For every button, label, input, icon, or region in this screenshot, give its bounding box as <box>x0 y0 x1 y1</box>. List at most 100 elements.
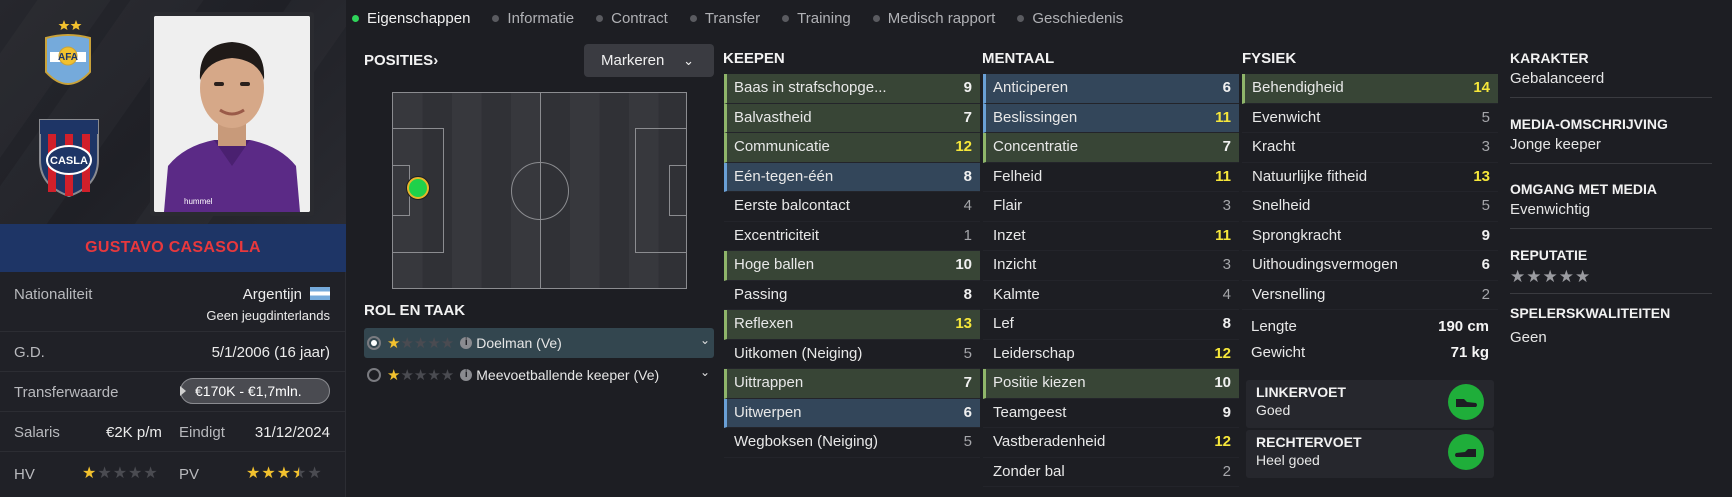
media-handling-value: Evenwichtig <box>1510 201 1591 218</box>
profile-header: AFA CASLA hummel <box>0 0 346 224</box>
attribute-row[interactable]: Teamgeest 9 <box>983 399 1239 428</box>
attribute-row[interactable]: Anticiperen 6 <box>983 74 1239 104</box>
attribute-name: Inzicht <box>993 256 1037 273</box>
reputation-section: REPUTATIE ★★★★★ <box>1510 247 1712 294</box>
nationality-value[interactable]: Argentijn <box>243 286 330 303</box>
tab-label: Informatie <box>507 9 575 27</box>
tab-medisch-rapport[interactable]: Medisch rapport <box>872 10 995 27</box>
attribute-name: Positie kiezen <box>993 374 1086 391</box>
goalkeeper-position-marker[interactable] <box>407 177 429 199</box>
info-icon[interactable]: i <box>460 337 473 349</box>
info-icon[interactable]: i <box>460 369 473 381</box>
attribute-name: Passing <box>734 285 788 303</box>
attribute-name: Hoge ballen <box>734 256 815 273</box>
attribute-row[interactable]: Hoge ballen 10 <box>724 251 980 281</box>
role-row-meevoetballende-keeper[interactable]: ★ ★★★★ i Meevoetballende keeper (Ve) ⌄ <box>364 360 714 390</box>
dot-icon <box>782 14 790 22</box>
attribute-row[interactable]: Flair 3 <box>983 192 1239 222</box>
attribute-value: 12 <box>955 138 972 155</box>
attribute-row[interactable]: Kalmte 4 <box>983 281 1239 310</box>
attribute-row[interactable]: Lef 8 <box>983 310 1239 340</box>
attribute-row[interactable]: Uitkomen (Neiging) 5 <box>724 340 980 369</box>
mentaal-title: MENTAAL <box>982 50 1055 67</box>
argentina-crest-icon[interactable]: AFA <box>38 16 98 98</box>
active-dot-icon <box>352 14 359 22</box>
weight-label: Gewicht <box>1251 344 1306 361</box>
goal-box-right <box>669 165 687 216</box>
star-icon: ★ <box>82 465 97 482</box>
reputation-stars[interactable]: ★★★★★ <box>1510 267 1712 287</box>
attribute-value: 7 <box>963 374 972 391</box>
keepen-attributes: Baas in strafschopge... 9 Balvastheid 7 Comm… <box>724 74 980 458</box>
right-foot-label: RECHTERVOET <box>1256 434 1362 450</box>
attribute-row[interactable]: Excentriciteit 1 <box>724 222 980 251</box>
attribute-row[interactable]: Uittrappen 7 <box>724 369 980 399</box>
tab-transfer[interactable]: Transfer <box>689 10 760 27</box>
attribute-row[interactable]: Natuurlijke fitheid 13 <box>1242 163 1498 192</box>
attribute-row[interactable]: Kracht 3 <box>1242 133 1498 163</box>
pa-stars[interactable]: ★ ★ ★ ★ ★ <box>246 466 322 482</box>
attribute-name: Anticiperen <box>993 79 1069 96</box>
role-row-doelman[interactable]: ★ ★★★★ i Doelman (Ve) ⌄ <box>364 328 714 358</box>
attribute-row[interactable]: Evenwicht 5 <box>1242 104 1498 133</box>
attribute-row[interactable]: Zonder bal 2 <box>983 458 1239 487</box>
attribute-row[interactable]: Beslissingen 11 <box>983 103 1239 133</box>
attribute-row[interactable]: Wegboksen (Neiging) 5 <box>724 428 980 458</box>
attribute-value: 13 <box>955 315 972 332</box>
mentaal-attributes: Anticiperen 6 Beslissingen 11 Concentratie 7 F… <box>983 74 1239 487</box>
role-label: Meevoetballende keeper (Ve) <box>476 367 660 383</box>
attribute-row[interactable]: Sprongkracht 9 <box>1242 222 1498 251</box>
position-pitch[interactable] <box>392 92 687 289</box>
attribute-row[interactable]: Passing 8 <box>724 281 980 310</box>
radio-button[interactable] <box>367 336 381 350</box>
radio-button[interactable] <box>367 368 381 382</box>
ca-stars[interactable]: ★ ★ ★ ★ ★ <box>82 466 158 482</box>
attribute-row[interactable]: Leiderschap 12 <box>983 340 1239 369</box>
attribute-row[interactable]: Versnelling 2 <box>1242 281 1498 310</box>
chevron-down-icon[interactable]: ⌄ <box>700 365 710 379</box>
star-icon: ★★★★ <box>400 367 455 384</box>
attribute-value: 12 <box>1214 433 1231 450</box>
attribute-row[interactable]: Felheid 11 <box>983 163 1239 192</box>
attribute-row[interactable]: Baas in strafschopge... 9 <box>724 74 980 104</box>
chevron-down-icon[interactable]: ⌄ <box>700 333 710 347</box>
chevron-down-icon: ⌄ <box>683 53 694 68</box>
chevron-right-icon: › <box>433 52 439 69</box>
transfer-value-pill[interactable]: €170K - €1,7mln. <box>180 378 330 404</box>
star-icon: ★ <box>276 465 292 482</box>
star-icon: ★ <box>112 465 128 482</box>
attribute-name: Wegboksen (Neiging) <box>734 433 878 450</box>
attribute-row[interactable]: Concentratie 7 <box>983 133 1239 163</box>
tab-training[interactable]: Training <box>782 10 851 27</box>
attribute-row[interactable]: Inzet 11 <box>983 222 1239 251</box>
left-foot-label: LINKERVOET <box>1256 384 1346 400</box>
tab-contract[interactable]: Contract <box>596 10 668 27</box>
attribute-row[interactable]: Eerste balcontact 4 <box>724 192 980 222</box>
positions-title[interactable]: POSITIES› <box>364 52 438 69</box>
san-lorenzo-crest-icon[interactable]: CASLA <box>34 114 104 200</box>
attribute-row[interactable]: Uithoudingsvermogen 6 <box>1242 251 1498 281</box>
profile-tabs: Eigenschappen Informatie Contract Transf… <box>352 4 1145 32</box>
attribute-row[interactable]: Eén-tegen-één 8 <box>724 162 980 192</box>
attribute-row[interactable]: Vastberadenheid 12 <box>983 428 1239 458</box>
attribute-name: Snelheid <box>1252 197 1311 214</box>
star-icon: ★★★★ <box>400 335 455 352</box>
svg-text:CASLA: CASLA <box>50 155 88 167</box>
tab-geschiedenis[interactable]: Geschiedenis <box>1017 10 1123 27</box>
right-foot-value: Heel goed <box>1256 452 1320 468</box>
attribute-value: 11 <box>1215 226 1231 244</box>
attribute-row[interactable]: Reflexen 13 <box>724 310 980 340</box>
attribute-value: 6 <box>1481 256 1490 273</box>
tab-eigenschappen[interactable]: Eigenschappen <box>352 10 470 27</box>
tab-informatie[interactable]: Informatie <box>492 10 574 27</box>
markeren-dropdown[interactable]: Markeren ⌄ <box>584 44 714 77</box>
tab-label: Geschiedenis <box>1032 9 1124 27</box>
attribute-row[interactable]: Behendigheid 14 <box>1242 74 1498 104</box>
attribute-row[interactable]: Positie kiezen 10 <box>983 369 1239 399</box>
attribute-row[interactable]: Communicatie 12 <box>724 133 980 163</box>
attribute-row[interactable]: Snelheid 5 <box>1242 192 1498 222</box>
attribute-row[interactable]: Balvastheid 7 <box>724 103 980 133</box>
attribute-row[interactable]: Inzicht 3 <box>983 251 1239 281</box>
youth-caps-value: Geen jeugdinterlands <box>206 308 330 323</box>
attribute-row[interactable]: Uitwerpen 6 <box>724 398 980 428</box>
